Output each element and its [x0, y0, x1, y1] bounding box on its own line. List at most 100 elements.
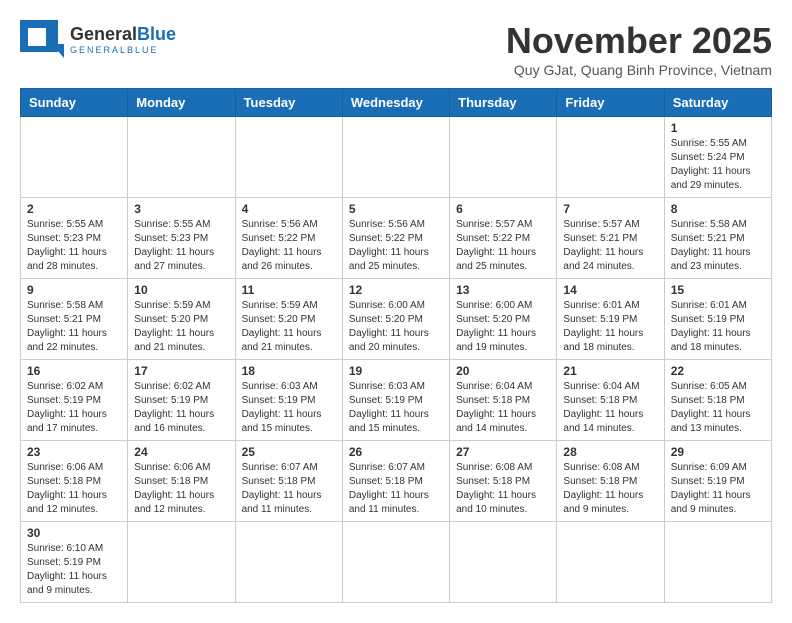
calendar-cell: 15Sunrise: 6:01 AMSunset: 5:19 PMDayligh…: [664, 279, 771, 360]
col-friday: Friday: [557, 89, 664, 117]
calendar-week-5: 30Sunrise: 6:10 AMSunset: 5:19 PMDayligh…: [21, 522, 772, 603]
calendar-cell: 20 Sunrise: 6:04 AMSunset: 5:18 PMDayligh…: [450, 360, 557, 441]
calendar-cell: 23Sunrise: 6:06 AMSunset: 5:18 PMDayligh…: [21, 441, 128, 522]
calendar-cell: [235, 117, 342, 198]
day-number: 2: [27, 202, 121, 216]
day-number: 27: [456, 445, 550, 459]
calendar-cell: 16Sunrise: 6:02 AMSunset: 5:19 PMDayligh…: [21, 360, 128, 441]
col-thursday: Thursday: [450, 89, 557, 117]
day-number: 18: [242, 364, 336, 378]
day-info: Sunrise: 6:03 AMSunset: 5:19 PMDaylight:…: [242, 380, 336, 436]
day-number: 28: [563, 445, 657, 459]
calendar-week-2: 9 Sunrise: 5:58 AMSunset: 5:21 PMDaylight…: [21, 279, 772, 360]
calendar-cell: 14 Sunrise: 6:01 AMSunset: 5:19 PMDayligh…: [557, 279, 664, 360]
day-number: 21: [563, 364, 657, 378]
day-info: Sunrise: 5:59 AMSunset: 5:20 PMDaylight:…: [242, 299, 336, 355]
day-info: Sunrise: 6:08 AMSunset: 5:18 PMDaylight:…: [563, 461, 657, 517]
col-tuesday: Tuesday: [235, 89, 342, 117]
day-number: 5: [349, 202, 443, 216]
calendar-week-3: 16Sunrise: 6:02 AMSunset: 5:19 PMDayligh…: [21, 360, 772, 441]
calendar-cell: [450, 117, 557, 198]
day-info: Sunrise: 6:10 AMSunset: 5:19 PMDaylight:…: [27, 542, 121, 598]
calendar-cell: 11Sunrise: 5:59 AMSunset: 5:20 PMDayligh…: [235, 279, 342, 360]
title-area: November 2025 Quy GJat, Quang Binh Provi…: [506, 20, 772, 78]
calendar-cell: 24 Sunrise: 6:06 AMSunset: 5:18 PMDayligh…: [128, 441, 235, 522]
day-number: 16: [27, 364, 121, 378]
calendar-week-4: 23Sunrise: 6:06 AMSunset: 5:18 PMDayligh…: [21, 441, 772, 522]
day-info: Sunrise: 6:04 AMSunset: 5:18 PMDaylight:…: [456, 380, 550, 436]
day-number: 6: [456, 202, 550, 216]
day-info: Sunrise: 5:55 AMSunset: 5:24 PMDaylight:…: [671, 137, 765, 193]
day-info: Sunrise: 6:08 AMSunset: 5:18 PMDaylight:…: [456, 461, 550, 517]
calendar-cell: 19 Sunrise: 6:03 AMSunset: 5:19 PMDayligh…: [342, 360, 449, 441]
day-info: Sunrise: 6:03 AMSunset: 5:19 PMDaylight:…: [349, 380, 443, 436]
calendar-cell: [557, 117, 664, 198]
calendar-cell: 8 Sunrise: 5:58 AMSunset: 5:21 PMDaylight…: [664, 198, 771, 279]
day-info: Sunrise: 6:06 AMSunset: 5:18 PMDaylight:…: [27, 461, 121, 517]
calendar-cell: 2Sunrise: 5:55 AMSunset: 5:23 PMDaylight…: [21, 198, 128, 279]
calendar-cell: [664, 522, 771, 603]
day-info: Sunrise: 6:07 AMSunset: 5:18 PMDaylight:…: [242, 461, 336, 517]
day-info: Sunrise: 5:58 AMSunset: 5:21 PMDaylight:…: [671, 218, 765, 274]
calendar-body: 1Sunrise: 5:55 AMSunset: 5:24 PMDaylight…: [21, 117, 772, 603]
day-info: Sunrise: 6:09 AMSunset: 5:19 PMDaylight:…: [671, 461, 765, 517]
day-info: Sunrise: 6:01 AMSunset: 5:19 PMDaylight:…: [563, 299, 657, 355]
calendar-cell: [342, 522, 449, 603]
day-number: 29: [671, 445, 765, 459]
calendar-cell: 7 Sunrise: 5:57 AMSunset: 5:21 PMDaylight…: [557, 198, 664, 279]
calendar-cell: 25 Sunrise: 6:07 AMSunset: 5:18 PMDayligh…: [235, 441, 342, 522]
logo-name: GeneralBlue: [70, 24, 176, 45]
calendar-week-1: 2Sunrise: 5:55 AMSunset: 5:23 PMDaylight…: [21, 198, 772, 279]
calendar-cell: 17Sunrise: 6:02 AMSunset: 5:19 PMDayligh…: [128, 360, 235, 441]
calendar-cell: 29 Sunrise: 6:09 AMSunset: 5:19 PMDayligh…: [664, 441, 771, 522]
calendar-table: Sunday Monday Tuesday Wednesday Thursday…: [20, 88, 772, 603]
logo-icon: [20, 20, 64, 58]
day-info: Sunrise: 5:58 AMSunset: 5:21 PMDaylight:…: [27, 299, 121, 355]
calendar-cell: 13Sunrise: 6:00 AMSunset: 5:20 PMDayligh…: [450, 279, 557, 360]
calendar-cell: [557, 522, 664, 603]
day-info: Sunrise: 6:06 AMSunset: 5:18 PMDaylight:…: [134, 461, 228, 517]
col-wednesday: Wednesday: [342, 89, 449, 117]
day-number: 24: [134, 445, 228, 459]
day-number: 12: [349, 283, 443, 297]
day-number: 19: [349, 364, 443, 378]
logo-tagline: generalblue: [70, 45, 176, 55]
calendar-cell: [21, 117, 128, 198]
day-number: 13: [456, 283, 550, 297]
calendar-week-0: 1Sunrise: 5:55 AMSunset: 5:24 PMDaylight…: [21, 117, 772, 198]
day-info: Sunrise: 5:59 AMSunset: 5:20 PMDaylight:…: [134, 299, 228, 355]
day-number: 4: [242, 202, 336, 216]
day-info: Sunrise: 6:00 AMSunset: 5:20 PMDaylight:…: [349, 299, 443, 355]
day-number: 22: [671, 364, 765, 378]
day-info: Sunrise: 6:07 AMSunset: 5:18 PMDaylight:…: [349, 461, 443, 517]
day-number: 8: [671, 202, 765, 216]
calendar-cell: [235, 522, 342, 603]
calendar-cell: [128, 522, 235, 603]
calendar-cell: [342, 117, 449, 198]
calendar-cell: 28 Sunrise: 6:08 AMSunset: 5:18 PMDayligh…: [557, 441, 664, 522]
calendar-header-row: Sunday Monday Tuesday Wednesday Thursday…: [21, 89, 772, 117]
day-info: Sunrise: 5:57 AMSunset: 5:21 PMDaylight:…: [563, 218, 657, 274]
calendar-cell: 3Sunrise: 5:55 AMSunset: 5:23 PMDaylight…: [128, 198, 235, 279]
logo-blue-text: Blue: [137, 24, 176, 44]
logo-triangle: [52, 44, 64, 58]
location-subtitle: Quy GJat, Quang Binh Province, Vietnam: [506, 62, 772, 78]
day-number: 9: [27, 283, 121, 297]
calendar-cell: 4Sunrise: 5:56 AMSunset: 5:22 PMDaylight…: [235, 198, 342, 279]
calendar-cell: 30Sunrise: 6:10 AMSunset: 5:19 PMDayligh…: [21, 522, 128, 603]
day-number: 20: [456, 364, 550, 378]
calendar-cell: [128, 117, 235, 198]
calendar-cell: 9 Sunrise: 5:58 AMSunset: 5:21 PMDaylight…: [21, 279, 128, 360]
day-number: 7: [563, 202, 657, 216]
day-info: Sunrise: 6:05 AMSunset: 5:18 PMDaylight:…: [671, 380, 765, 436]
col-sunday: Sunday: [21, 89, 128, 117]
day-number: 14: [563, 283, 657, 297]
day-number: 25: [242, 445, 336, 459]
col-monday: Monday: [128, 89, 235, 117]
calendar-cell: 22 Sunrise: 6:05 AMSunset: 5:18 PMDayligh…: [664, 360, 771, 441]
page-header: GeneralBlue generalblue November 2025 Qu…: [20, 20, 772, 78]
calendar-cell: 27 Sunrise: 6:08 AMSunset: 5:18 PMDayligh…: [450, 441, 557, 522]
day-number: 17: [134, 364, 228, 378]
logo-white-inner: [28, 28, 46, 46]
calendar-cell: 5Sunrise: 5:56 AMSunset: 5:22 PMDaylight…: [342, 198, 449, 279]
